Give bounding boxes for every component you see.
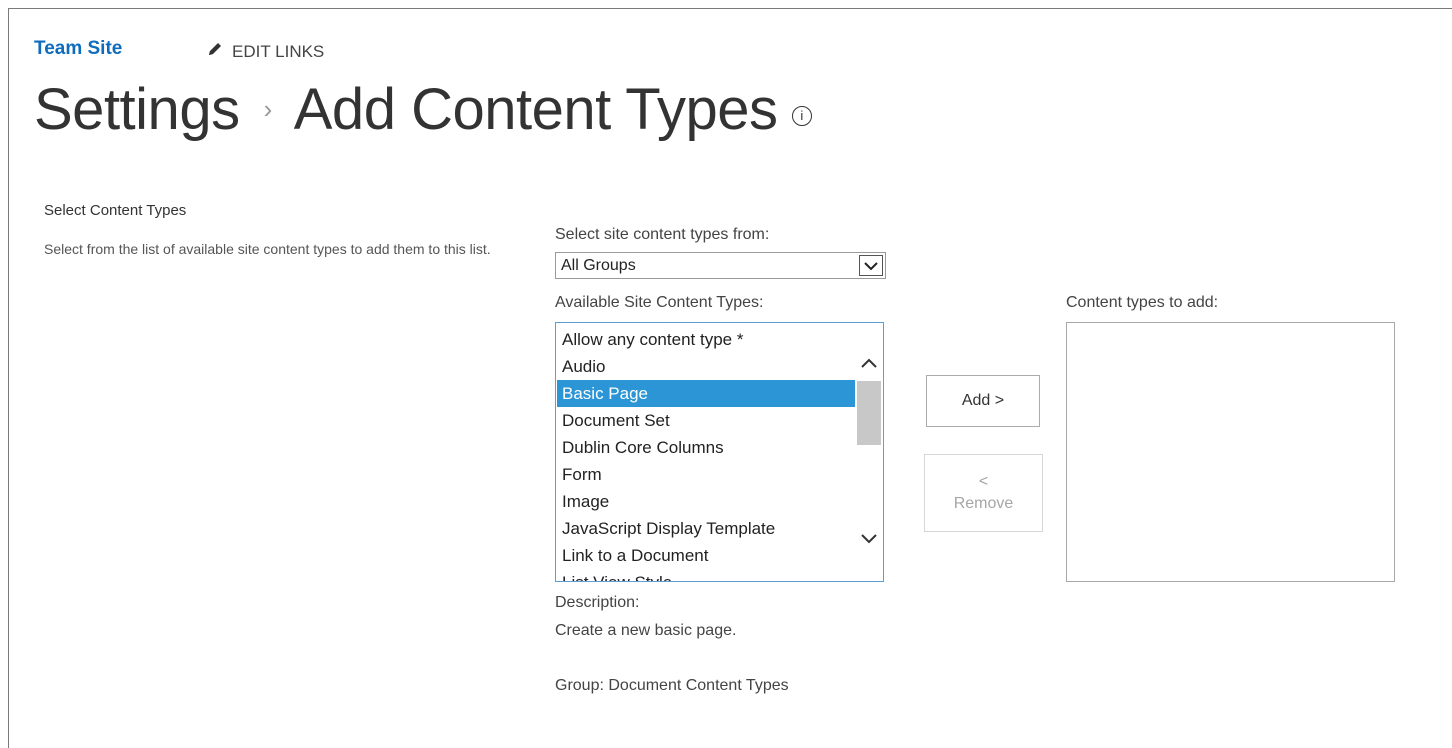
info-icon[interactable]: i: [791, 105, 812, 126]
scroll-up-icon[interactable]: [855, 349, 883, 377]
chevron-down-icon[interactable]: [859, 255, 883, 276]
team-site-link[interactable]: Team Site: [34, 38, 122, 60]
list-item[interactable]: JavaScript Display Template: [557, 515, 855, 542]
content-types-to-add-label: Content types to add:: [1066, 294, 1219, 311]
list-item[interactable]: Form: [557, 461, 855, 488]
section-title: Select Content Types: [44, 202, 187, 219]
description-text: Create a new basic page.: [555, 622, 737, 639]
list-item[interactable]: Audio: [557, 353, 855, 380]
scroll-down-icon[interactable]: [855, 525, 883, 553]
group-text: Group: Document Content Types: [555, 677, 789, 694]
list-item[interactable]: Basic Page: [557, 380, 855, 407]
remove-button[interactable]: < Remove: [924, 454, 1043, 532]
listbox-scrollbar[interactable]: [855, 323, 883, 581]
remove-button-label: Remove: [953, 495, 1014, 512]
scrollbar-thumb[interactable]: [857, 381, 881, 445]
list-item[interactable]: List View Style: [557, 569, 855, 581]
list-item[interactable]: Document Set: [557, 407, 855, 434]
page-title: Settings › Add Content Types i: [34, 76, 812, 143]
available-types-listbox[interactable]: Allow any content type * Audio Basic Page D…: [555, 322, 884, 582]
group-select[interactable]: All Groups: [555, 252, 886, 279]
list-item[interactable]: Allow any content type *: [557, 326, 855, 353]
content-types-to-add-listbox[interactable]: [1066, 322, 1395, 582]
group-select-value: All Groups: [561, 256, 636, 274]
remove-arrow-icon: <: [978, 473, 989, 490]
section-description: Select from the list of available site c…: [44, 241, 491, 257]
group-select-label: Select site content types from:: [555, 226, 770, 243]
description-label: Description:: [555, 594, 640, 611]
breadcrumb-separator-icon: ›: [263, 94, 273, 124]
edit-links-button[interactable]: EDIT LINKS: [206, 40, 324, 63]
list-item[interactable]: Image: [557, 488, 855, 515]
pencil-icon: [206, 40, 224, 63]
list-item[interactable]: Link to a Document: [557, 542, 855, 569]
available-types-list: Allow any content type * Audio Basic Page D…: [557, 326, 855, 581]
edit-links-label: EDIT LINKS: [232, 41, 325, 61]
breadcrumb-settings[interactable]: Settings: [34, 76, 240, 143]
available-types-label: Available Site Content Types:: [555, 294, 764, 311]
list-item[interactable]: Dublin Core Columns: [557, 434, 855, 461]
page-title-text: Add Content Types: [293, 77, 778, 142]
add-button[interactable]: Add >: [926, 375, 1040, 427]
